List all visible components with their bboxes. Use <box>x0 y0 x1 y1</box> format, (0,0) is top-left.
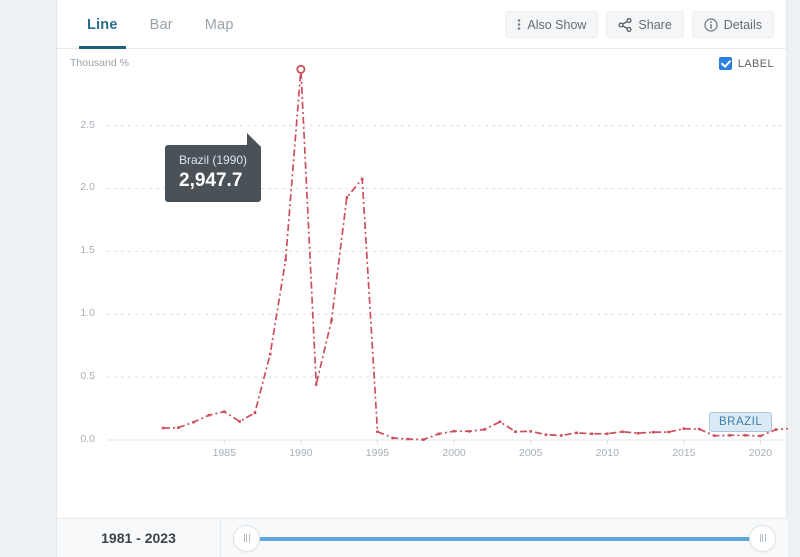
also-show-button[interactable]: Also Show <box>505 11 599 38</box>
x-axis-tick: 1985 <box>212 447 236 459</box>
y-axis-tick: 1.0 <box>80 307 95 320</box>
details-label: Details <box>723 17 762 32</box>
time-range-bar: 1981 - 2023 <box>57 518 788 557</box>
x-axis-tick: 1995 <box>365 447 390 459</box>
tab-bar-label: Bar <box>149 16 173 33</box>
tab-line[interactable]: Line <box>71 0 134 49</box>
y-axis-tick: 0.5 <box>80 370 95 383</box>
grip-line <box>243 534 245 542</box>
data-tooltip: Brazil (1990) 2,947.7 <box>165 133 262 202</box>
grip-line <box>248 534 250 542</box>
slider-handle-end[interactable] <box>749 524 776 552</box>
card-header: Line Bar Map Also Show Share Details <box>57 0 786 49</box>
grip-line <box>759 534 761 542</box>
grip-line <box>764 534 766 542</box>
tab-map-label: Map <box>204 16 234 33</box>
tab-map[interactable]: Map <box>189 0 250 49</box>
grip-line <box>762 534 763 542</box>
x-axis-tick: 2020 <box>748 447 773 459</box>
x-axis-tick: 2005 <box>518 447 543 459</box>
chart-card: Line Bar Map Also Show Share Details Tho… <box>56 0 800 557</box>
info-icon <box>704 17 718 32</box>
kebab-icon <box>517 18 521 31</box>
tooltip-value: 2,947.7 <box>179 170 243 191</box>
app-root: Line Bar Map Also Show Share Details Tho… <box>0 0 800 557</box>
share-label: Share <box>638 17 672 32</box>
header-actions: Also Show Share Details <box>505 11 774 38</box>
slider-handle-start[interactable] <box>233 524 260 552</box>
grip-line <box>246 534 247 542</box>
share-button[interactable]: Share <box>606 11 684 38</box>
details-button[interactable]: Details <box>691 11 774 38</box>
tab-line-label: Line <box>87 16 118 33</box>
line-plot[interactable]: 0.0 0.5 1.0 1.5 2.0 2.5 1985 1990 1995 2000 2005 20… <box>57 49 800 517</box>
y-axis-tick: 2.0 <box>80 181 95 194</box>
x-axis-tick: 2000 <box>442 447 466 459</box>
range-label: 1981 - 2023 <box>57 518 221 557</box>
tab-bar[interactable]: Bar <box>134 0 189 49</box>
tooltip-title: Brazil (1990) <box>179 153 248 167</box>
x-axis-tick: 2010 <box>595 447 619 459</box>
range-slider[interactable] <box>221 519 788 557</box>
y-axis-tick: 0.0 <box>80 433 95 445</box>
chart-area: Thousand % LABEL 0.0 0.5 1.0 1.5 2.0 2.5 1985 1… <box>57 49 800 517</box>
y-axis-tick: 2.5 <box>80 118 95 131</box>
x-axis-tick: 2015 <box>672 447 696 459</box>
share-icon <box>618 17 632 32</box>
x-axis-tick: 1990 <box>289 447 313 459</box>
also-show-label: Also Show <box>527 17 587 32</box>
view-tabs: Line Bar Map <box>71 0 250 49</box>
y-axis-tick: 1.5 <box>80 244 95 257</box>
slider-track[interactable] <box>247 536 762 541</box>
series-label-brazil[interactable]: BRAZIL <box>709 412 773 432</box>
